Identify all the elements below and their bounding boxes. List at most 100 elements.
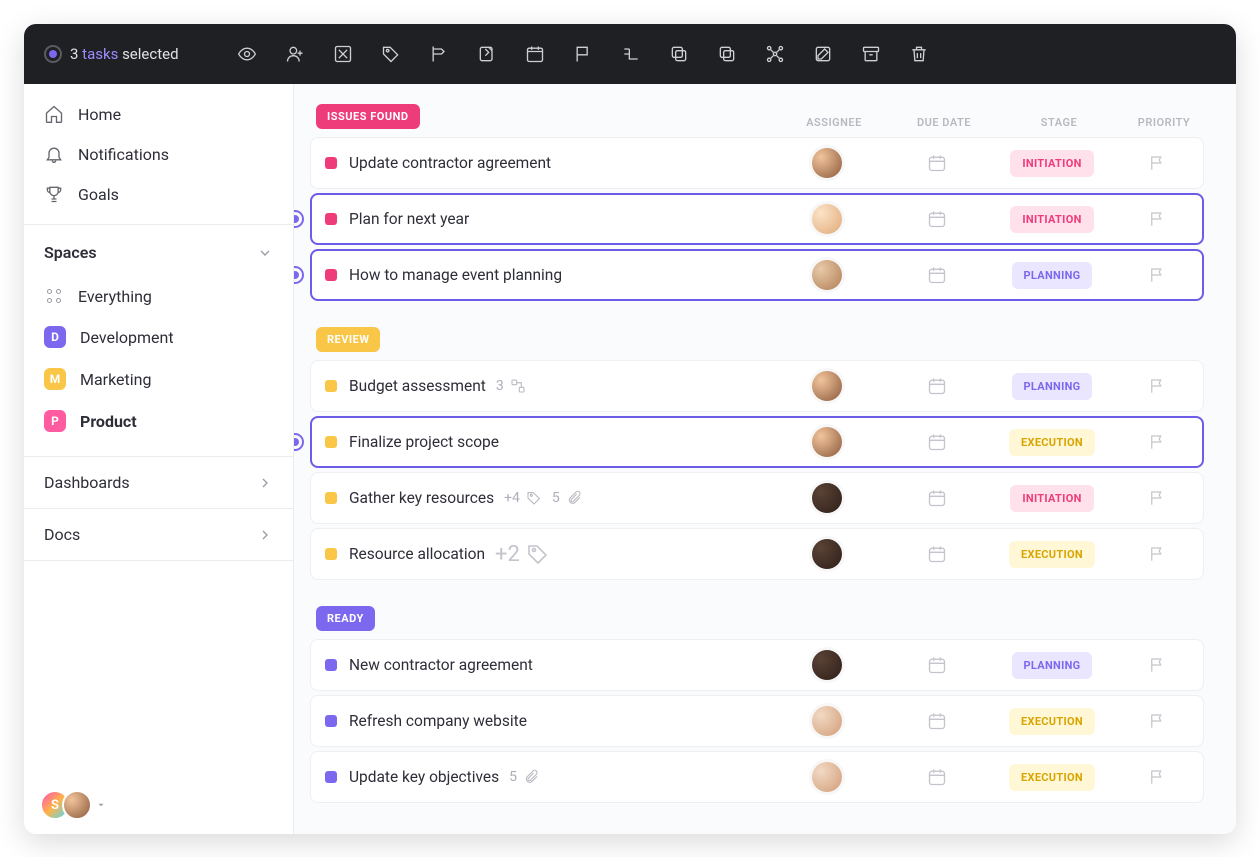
stage-cell[interactable]: INITIATION	[987, 150, 1117, 177]
status-square[interactable]	[325, 771, 337, 783]
due-date-cell[interactable]	[887, 209, 987, 229]
due-date-cell[interactable]	[887, 432, 987, 452]
priority-cell[interactable]	[1117, 768, 1197, 786]
stage-cell[interactable]: EXECUTION	[987, 708, 1117, 735]
nav-home[interactable]: Home	[36, 94, 281, 134]
space-item[interactable]: P Product	[36, 400, 281, 442]
space-item[interactable]: M Marketing	[36, 358, 281, 400]
stage-cell[interactable]: PLANNING	[987, 373, 1117, 400]
status-pill[interactable]: READY	[316, 606, 375, 631]
priority-cell[interactable]	[1117, 266, 1197, 284]
nav-goals[interactable]: Goals	[36, 174, 281, 214]
caret-down-icon[interactable]	[96, 800, 106, 810]
space-everything[interactable]: Everything	[36, 276, 281, 316]
status-square[interactable]	[325, 436, 337, 448]
priority-cell[interactable]	[1117, 154, 1197, 172]
priority-cell[interactable]	[1117, 656, 1197, 674]
status-square[interactable]	[325, 548, 337, 560]
due-date-cell[interactable]	[887, 376, 987, 396]
task-row[interactable]: Update key objectives 5 EXECUTION	[310, 751, 1204, 803]
status-square[interactable]	[325, 659, 337, 671]
due-date-cell[interactable]	[887, 544, 987, 564]
stage-cell[interactable]: EXECUTION	[987, 764, 1117, 791]
avatar	[812, 204, 842, 234]
assignee-cell[interactable]	[767, 371, 887, 401]
col-due-date: DUE DATE	[894, 116, 994, 129]
status-square[interactable]	[325, 715, 337, 727]
add-assignee-icon[interactable]	[285, 44, 305, 64]
task-row[interactable]: Gather key resources +4 5 INITIATION	[310, 472, 1204, 524]
move-icon[interactable]	[429, 44, 449, 64]
task-row[interactable]: Resource allocation +2 EXECUTION	[310, 528, 1204, 580]
watch-icon[interactable]	[237, 44, 257, 64]
stage-cell[interactable]: EXECUTION	[987, 429, 1117, 456]
space-item[interactable]: D Development	[36, 316, 281, 358]
row-checkbox[interactable]	[294, 210, 304, 228]
subtask-icon[interactable]	[621, 44, 641, 64]
stage-cell[interactable]: INITIATION	[987, 206, 1117, 233]
dependencies-icon[interactable]	[765, 44, 785, 64]
assignee-cell[interactable]	[767, 427, 887, 457]
space-badge: M	[44, 368, 66, 390]
due-date-cell[interactable]	[887, 767, 987, 787]
assignee-cell[interactable]	[767, 148, 887, 178]
status-square[interactable]	[325, 380, 337, 392]
due-date-cell[interactable]	[887, 265, 987, 285]
status-pill[interactable]: REVIEW	[316, 327, 380, 352]
selection-indicator[interactable]: 3 tasks selected	[44, 45, 179, 63]
assignee-cell[interactable]	[767, 539, 887, 569]
priority-cell[interactable]	[1117, 377, 1197, 395]
priority-cell[interactable]	[1117, 545, 1197, 563]
task-row[interactable]: Budget assessment 3 PLANNING	[310, 360, 1204, 412]
tag-count: +4	[504, 490, 542, 506]
status-square[interactable]	[325, 269, 337, 281]
tag-icon[interactable]	[381, 44, 401, 64]
task-row[interactable]: Finalize project scope EXECUTION	[310, 416, 1204, 468]
edit-icon[interactable]	[813, 44, 833, 64]
assignee-cell[interactable]	[767, 650, 887, 680]
task-row[interactable]: Plan for next year INITIATION	[310, 193, 1204, 245]
row-checkbox[interactable]	[294, 266, 304, 284]
stage-cell[interactable]: PLANNING	[987, 652, 1117, 679]
status-square[interactable]	[325, 157, 337, 169]
duplicate-icon[interactable]	[669, 44, 689, 64]
task-row[interactable]: Refresh company website EXECUTION	[310, 695, 1204, 747]
assignee-cell[interactable]	[767, 260, 887, 290]
nav-notifications[interactable]: Notifications	[36, 134, 281, 174]
priority-icon[interactable]	[573, 44, 593, 64]
priority-cell[interactable]	[1117, 712, 1197, 730]
row-checkbox[interactable]	[294, 433, 304, 451]
status-square[interactable]	[325, 213, 337, 225]
delete-icon[interactable]	[909, 44, 929, 64]
dashboards-section[interactable]: Dashboards	[24, 457, 293, 509]
convert-icon[interactable]	[477, 44, 497, 64]
due-date-cell[interactable]	[887, 153, 987, 173]
docs-section[interactable]: Docs	[24, 509, 293, 561]
stage-cell[interactable]: PLANNING	[987, 262, 1117, 289]
docs-label: Docs	[44, 525, 80, 544]
spaces-header[interactable]: Spaces	[24, 225, 293, 272]
priority-cell[interactable]	[1117, 489, 1197, 507]
stage-cell[interactable]: EXECUTION	[987, 541, 1117, 568]
user-menu[interactable]: S	[40, 790, 92, 820]
priority-cell[interactable]	[1117, 433, 1197, 451]
task-row[interactable]: New contractor agreement PLANNING	[310, 639, 1204, 691]
assignee-cell[interactable]	[767, 483, 887, 513]
due-date-cell[interactable]	[887, 488, 987, 508]
assignee-cell[interactable]	[767, 204, 887, 234]
task-row[interactable]: Update contractor agreement INITIATION	[310, 137, 1204, 189]
stage-cell[interactable]: INITIATION	[987, 485, 1117, 512]
assignee-cell[interactable]	[767, 762, 887, 792]
archive-icon[interactable]	[861, 44, 881, 64]
status-square[interactable]	[325, 492, 337, 504]
status-pill[interactable]: ISSUES FOUND	[316, 104, 420, 129]
due-date-cell[interactable]	[887, 655, 987, 675]
due-date-cell[interactable]	[887, 711, 987, 731]
due-date-icon[interactable]	[525, 44, 545, 64]
copy-icon[interactable]	[717, 44, 737, 64]
avatar	[812, 483, 842, 513]
task-row[interactable]: How to manage event planning PLANNING	[310, 249, 1204, 301]
priority-cell[interactable]	[1117, 210, 1197, 228]
status-icon[interactable]	[333, 44, 353, 64]
assignee-cell[interactable]	[767, 706, 887, 736]
